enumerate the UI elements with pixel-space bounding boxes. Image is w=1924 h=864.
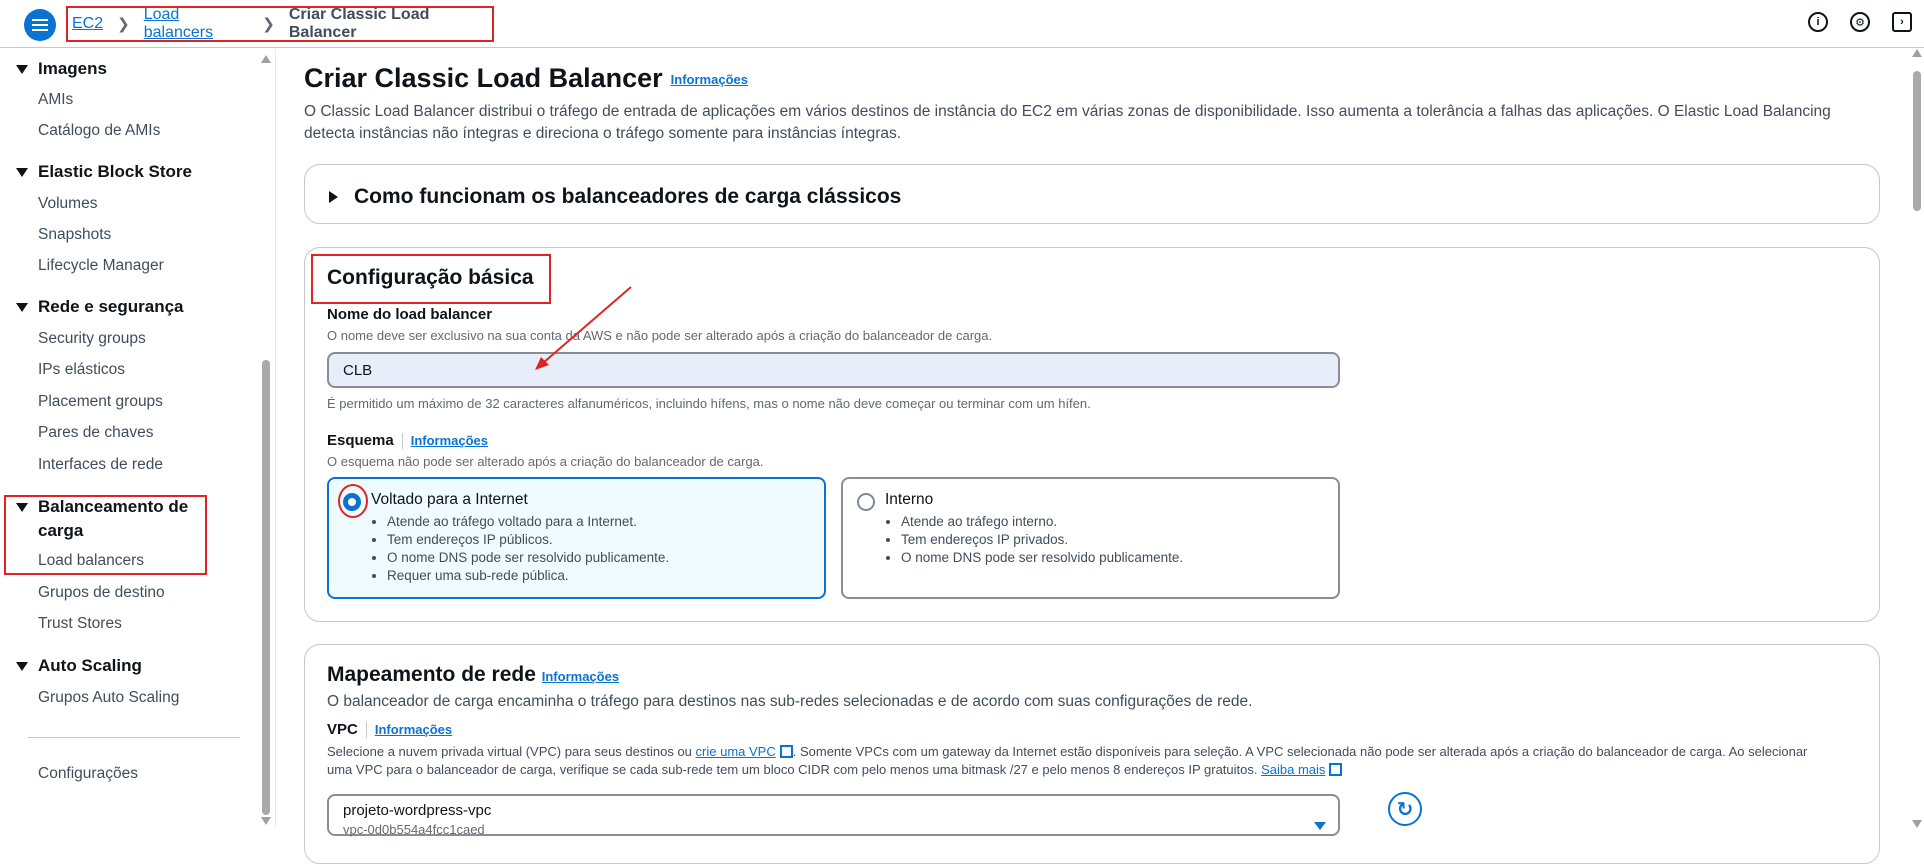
- scheme-label: Esquema Informações: [327, 432, 489, 450]
- scrollbar-thumb[interactable]: [262, 360, 270, 815]
- how-it-works-expander[interactable]: Como funcionam os balanceadores de carga…: [304, 164, 1880, 224]
- scheme-option-internet[interactable]: Voltado para a Internet Atende ao tráfeg…: [327, 477, 826, 599]
- option-bullets: Atende ao tráfego voltado para a Interne…: [387, 513, 669, 585]
- annotation-box: [4, 495, 207, 575]
- scroll-down-icon[interactable]: [261, 817, 271, 825]
- info-icon[interactable]: i: [1808, 12, 1828, 32]
- expander-title[interactable]: Como funcionam os balanceadores de carga…: [329, 185, 901, 209]
- breadcrumb-ec2[interactable]: EC2: [72, 15, 103, 33]
- external-link-icon: [1329, 763, 1343, 776]
- cloudshell-icon[interactable]: ›: [1892, 12, 1912, 32]
- caret-down-icon: [1314, 822, 1326, 830]
- learn-more-link[interactable]: Saiba mais: [1261, 762, 1325, 777]
- sidebar-item-pares-chaves[interactable]: Pares de chaves: [38, 424, 153, 442]
- sidebar-scrollbar[interactable]: [260, 55, 272, 825]
- name-label: Nome do load balancer: [327, 306, 493, 323]
- vpc-selected-value: projeto-wordpress-vpc: [343, 802, 492, 819]
- vpc-id: vpc-0d0b554a4fcc1caed: [343, 822, 485, 837]
- sidebar-item-configuracoes[interactable]: Configurações: [38, 765, 138, 783]
- scrollbar-thumb[interactable]: [1913, 71, 1921, 211]
- name-constraint: É permitido um máximo de 32 caracteres a…: [327, 396, 1091, 411]
- scheme-hint: O esquema não pode ser alterado após a c…: [327, 454, 764, 469]
- vpc-select[interactable]: projeto-wordpress-vpc vpc-0d0b554a4fcc1c…: [327, 794, 1340, 837]
- sidebar-item-placement-groups[interactable]: Placement groups: [38, 393, 163, 411]
- sidebar-item-amis[interactable]: AMIs: [38, 91, 73, 109]
- vpc-hint: Selecione a nuvem privada virtual (VPC) …: [327, 744, 1808, 777]
- menu-icon[interactable]: [24, 9, 56, 41]
- sidebar-item-volumes[interactable]: Volumes: [38, 195, 97, 213]
- breadcrumb-load-balancers[interactable]: Load balancers: [144, 6, 249, 42]
- sidebar-item-catalogo-amis[interactable]: Catálogo de AMIs: [38, 122, 160, 140]
- chevron-right-icon: ❯: [117, 16, 130, 33]
- network-title: Mapeamento de rede Informações: [327, 663, 620, 686]
- refresh-icon[interactable]: ↻: [1388, 792, 1422, 826]
- annotation-arrow: [535, 286, 632, 370]
- sidebar-item-security-groups[interactable]: Security groups: [38, 330, 146, 348]
- radio-internal[interactable]: [857, 493, 875, 511]
- sidebar-section-rede[interactable]: Rede e segurança: [16, 297, 184, 317]
- network-description: O balanceador de carga encaminha o tráfe…: [327, 693, 1253, 710]
- info-link[interactable]: Informações: [671, 72, 748, 87]
- chevron-right-icon: ❯: [262, 16, 275, 33]
- load-balancer-name-input[interactable]: CLB: [327, 352, 1340, 388]
- annotation-circle: [338, 484, 368, 518]
- caret-right-icon: [329, 191, 338, 204]
- option-title: Voltado para a Internet: [371, 491, 528, 508]
- sidebar-item-grupos-auto-scaling[interactable]: Grupos Auto Scaling: [38, 689, 179, 707]
- breadcrumb-current: Criar Classic Load Balancer: [288, 6, 430, 41]
- sidebar-item-interfaces-rede[interactable]: Interfaces de rede: [38, 456, 163, 474]
- name-hint: O nome deve ser exclusivo na sua conta d…: [327, 328, 993, 343]
- option-title: Interno: [885, 491, 934, 508]
- vpc-info-link[interactable]: Informações: [375, 722, 452, 737]
- divider: [28, 737, 240, 738]
- sidebar: Imagens AMIs Catálogo de AMIs Elastic Bl…: [0, 49, 276, 828]
- external-link-icon: [779, 745, 793, 758]
- network-mapping-panel: Mapeamento de rede Informações O balance…: [304, 644, 1880, 864]
- breadcrumb: EC2 ❯ Load balancers ❯ Criar Classic Loa…: [66, 6, 494, 42]
- sidebar-item-lifecycle-manager[interactable]: Lifecycle Manager: [38, 257, 164, 275]
- caret-down-icon: [16, 662, 28, 672]
- main-content: Criar Classic Load Balancer Informações O…: [277, 49, 1910, 864]
- sidebar-item-snapshots[interactable]: Snapshots: [38, 226, 111, 244]
- caret-down-icon: [16, 65, 28, 75]
- option-bullets: Atende ao tráfego interno. Tem endereços…: [901, 513, 1183, 567]
- sidebar-item-trust-stores[interactable]: Trust Stores: [38, 615, 122, 633]
- vpc-label: VPC Informações: [327, 721, 453, 739]
- page-description: O Classic Load Balancer distribui o tráf…: [304, 103, 1831, 142]
- basic-config-title: Configuração básica: [327, 266, 534, 289]
- caret-down-icon: [16, 303, 28, 313]
- sidebar-section-auto-scaling[interactable]: Auto Scaling: [16, 656, 142, 676]
- create-vpc-link[interactable]: crie uma VPC: [696, 744, 776, 759]
- page-title: Criar Classic Load Balancer Informações: [304, 63, 748, 93]
- sidebar-item-ips-elasticos[interactable]: IPs elásticos: [38, 361, 125, 379]
- top-bar: EC2 ❯ Load balancers ❯ Criar Classic Loa…: [0, 0, 1924, 48]
- scroll-down-icon[interactable]: [1912, 820, 1922, 828]
- sidebar-section-imagens[interactable]: Imagens: [16, 59, 107, 79]
- scheme-info-link[interactable]: Informações: [411, 433, 488, 448]
- sidebar-section-ebs[interactable]: Elastic Block Store: [16, 162, 192, 182]
- settings-icon[interactable]: ⚙: [1850, 12, 1870, 32]
- sidebar-item-grupos-destino[interactable]: Grupos de destino: [38, 584, 165, 602]
- scroll-up-icon[interactable]: [261, 55, 271, 63]
- scheme-option-internal[interactable]: Interno Atende ao tráfego interno. Tem e…: [841, 477, 1340, 599]
- network-info-link[interactable]: Informações: [542, 669, 619, 684]
- scroll-up-icon[interactable]: [1912, 49, 1922, 57]
- page-scrollbar[interactable]: [1910, 49, 1924, 828]
- caret-down-icon: [16, 168, 28, 178]
